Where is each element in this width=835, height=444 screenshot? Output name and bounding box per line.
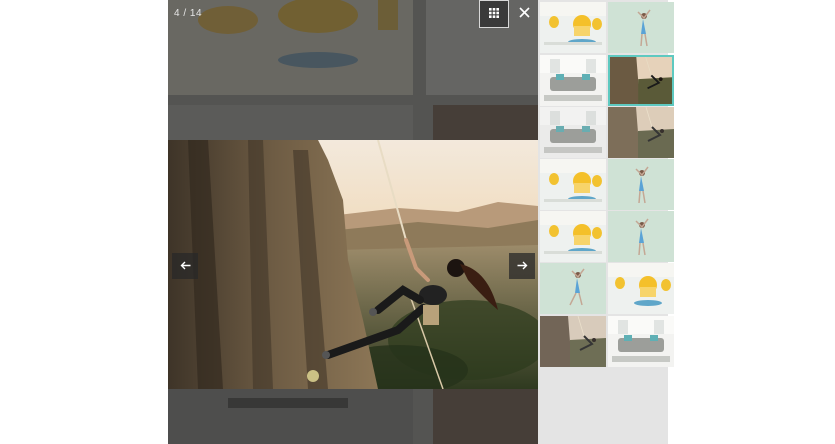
thumbnail-3[interactable] [540,55,606,106]
thumbnail-4-active[interactable] [608,55,674,106]
thumbnail-10[interactable] [608,211,674,262]
arrow-left-icon [180,257,191,275]
thumbnail-1[interactable] [540,2,606,53]
thumbnail-6[interactable] [608,107,674,158]
previous-image-button[interactable] [172,253,198,279]
grid-icon [489,5,499,23]
lightbox-viewer: 4 / 14 [168,0,538,444]
image-counter: 4 / 14 [174,8,203,19]
thumbnail-13[interactable] [540,316,606,367]
close-button[interactable] [510,0,538,28]
close-icon [518,5,530,23]
thumbnail-5[interactable] [540,107,606,158]
thumbnail-12[interactable] [608,263,674,314]
thumbnail-8[interactable] [608,159,674,210]
grid-view-button[interactable] [479,0,509,28]
thumbnail-14[interactable] [608,316,674,367]
thumbnail-7[interactable] [540,159,606,210]
arrow-right-icon [517,257,528,275]
thumbnail-11[interactable] [540,263,606,314]
thumbnail-9[interactable] [540,211,606,262]
next-image-button[interactable] [509,253,535,279]
thumbnail-panel [538,0,674,444]
main-photo [168,140,538,389]
thumbnail-2[interactable] [608,2,674,53]
